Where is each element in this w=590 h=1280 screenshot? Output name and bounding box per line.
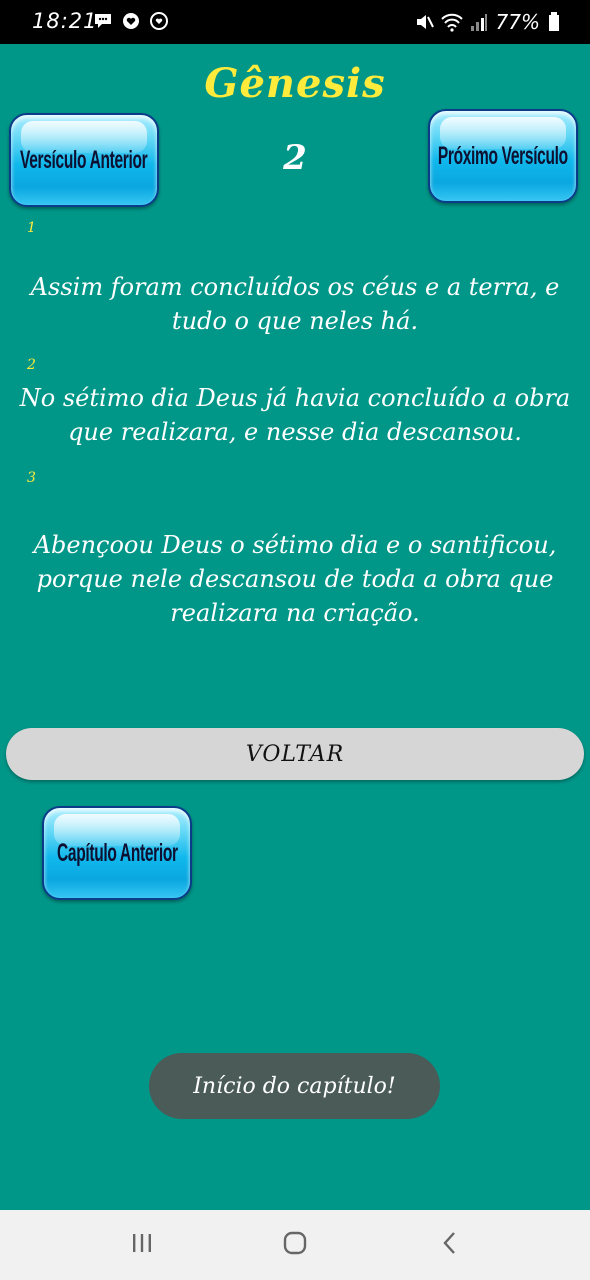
navigation-bar [0, 1210, 590, 1280]
status-time: 18:21 [32, 9, 98, 33]
recents-button[interactable] [122, 1228, 162, 1262]
wifi-icon [440, 12, 464, 32]
status-bar: 18:21 77% [0, 0, 590, 44]
back-button[interactable]: VOLTAR [6, 728, 584, 780]
signal-icon [470, 12, 488, 32]
heart-message-icon [121, 12, 141, 30]
status-notification-icons [93, 12, 169, 30]
next-verse-button[interactable]: Próximo Versículo [428, 109, 578, 203]
recents-icon [130, 1232, 154, 1258]
previous-chapter-label: Capítulo Anterior [56, 838, 178, 867]
messenger-icon [149, 12, 169, 30]
verse-text: No sétimo dia Deus já havia concluído a … [19, 384, 571, 446]
system-back-button[interactable] [430, 1228, 470, 1262]
verse-number: 3 [27, 470, 36, 486]
status-system-icons: 77% [414, 10, 560, 34]
chat-bubble-icon [93, 12, 113, 30]
battery-icon [548, 12, 560, 32]
back-icon [440, 1230, 460, 1260]
previous-chapter-button[interactable]: Capítulo Anterior [42, 806, 192, 900]
next-verse-label: Próximo Versículo [438, 141, 568, 170]
battery-percent: 77% [495, 10, 540, 34]
verse-number: 1 [27, 220, 36, 236]
verse-number: 2 [27, 357, 36, 373]
verse-text: Abençoou Deus o sétimo dia e o santifico… [33, 531, 557, 627]
verse-text: Assim foram concluídos os céus e a terra… [30, 273, 560, 335]
toast-message: Início do capítulo! [149, 1053, 440, 1119]
mute-icon [414, 12, 434, 32]
home-button[interactable] [275, 1228, 315, 1262]
home-icon [282, 1230, 308, 1260]
book-title: Gênesis [204, 60, 386, 107]
